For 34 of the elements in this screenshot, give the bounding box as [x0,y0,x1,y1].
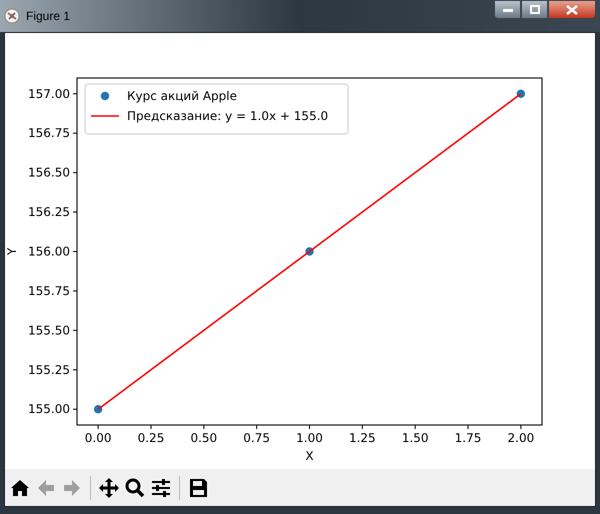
legend-label: Предсказание: y = 1.0x + 155.0 [127,109,328,123]
y-tick-label: 155.50 [28,323,70,338]
x-tick-label: 0.25 [138,431,164,445]
close-icon [566,4,578,14]
close-button[interactable] [548,0,596,19]
y-tick-label: 155.25 [28,362,70,377]
y-tick-label: 157.00 [28,86,70,101]
x-tick-label: 1.75 [454,431,482,445]
y-tick-label: 156.25 [28,205,70,220]
x-tick-label: 1.25 [348,431,376,445]
search-button[interactable] [124,476,146,498]
floppy-disk-button[interactable] [187,476,209,498]
x-tick-label: 1.00 [296,431,323,445]
minimize-button[interactable] [494,0,521,19]
y-axis-label: Y [5,248,19,256]
minimize-icon [502,8,512,12]
y-tick-label: 155.00 [28,402,70,416]
x-tick-label: 0.00 [84,431,112,445]
maximize-icon [530,5,540,14]
window-title: Figure 1 [26,8,70,25]
legend-label: Курс акций Apple [127,89,237,103]
maximize-button[interactable] [521,0,548,19]
y-tick-label: 156.50 [28,166,70,180]
x-tick-label: 0.75 [243,431,270,445]
y-tick-label: 156.00 [28,244,70,258]
move-button[interactable] [98,476,120,498]
app-icon [4,8,20,24]
x-axis-label: X [305,449,314,463]
sliders-button[interactable] [150,476,172,498]
x-tick-label: 0.50 [190,431,218,445]
y-tick-label: 156.75 [28,126,70,140]
y-tick-label: 155.75 [28,284,70,298]
x-tick-label: 1.50 [402,431,429,445]
x-tick-label: 2.00 [508,431,534,445]
